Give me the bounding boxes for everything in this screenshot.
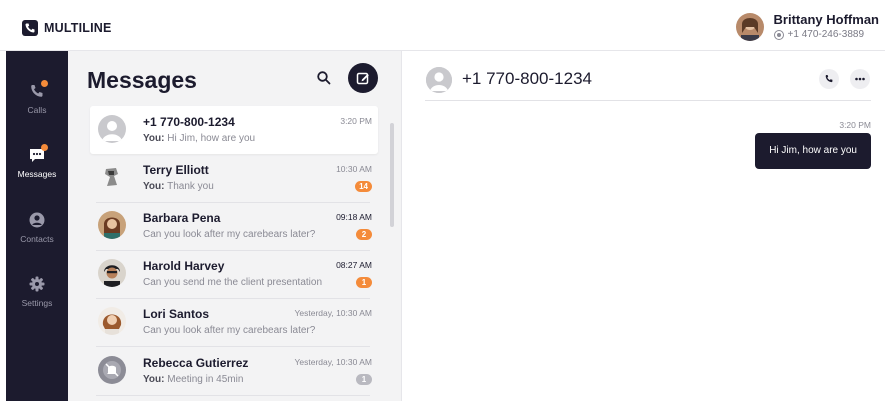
divider [96, 395, 370, 396]
conversation-item[interactable]: Terry Elliott 10:30 AM You: Thank you 14 [90, 154, 378, 202]
nav-item-calls[interactable]: Calls [6, 80, 68, 115]
calls-notification-dot [41, 80, 48, 87]
conversation-name: Terry Elliott [143, 163, 209, 177]
conversation-time: 09:18 AM [336, 212, 372, 222]
unread-badge: 1 [356, 374, 372, 385]
conversation-time: 08:27 AM [336, 260, 372, 270]
compose-message-button[interactable] [348, 63, 378, 93]
chat-header: +1 770-800-1234 [402, 51, 885, 102]
nav-label-contacts: Contacts [20, 234, 54, 244]
chat-icon [27, 144, 48, 165]
person-icon [27, 210, 47, 230]
unread-badge: 2 [356, 229, 372, 240]
more-options-button[interactable] [850, 69, 870, 89]
conversation-time: 3:20 PM [340, 116, 372, 126]
conversation-preview: You: Hi Jim, how are you [143, 133, 255, 144]
preview-text: Meeting in 45min [167, 374, 244, 385]
logo-phone-icon [22, 20, 38, 36]
contact-avatar-icon [426, 67, 452, 93]
list-scrollbar[interactable] [390, 123, 394, 227]
outgoing-message-bubble[interactable]: Hi Jim, how are you [755, 133, 871, 169]
chat-contact-number: +1 770-800-1234 [462, 69, 592, 88]
conversation-time: 10:30 AM [336, 164, 372, 174]
compose-icon [356, 72, 369, 85]
line-status-icon [773, 30, 784, 40]
unread-badge: 14 [355, 181, 372, 192]
search-icon[interactable] [316, 70, 332, 86]
conversation-name: Lori Santos [143, 307, 210, 321]
conversation-time: Yesterday, 10:30 AM [294, 357, 373, 367]
conversation-time: Yesterday, 10:30 AM [294, 308, 373, 318]
messages-title: Messages [87, 67, 197, 93]
preview-text: Can you look after my carebears later? [143, 325, 316, 336]
conversation-item[interactable]: +1 770-800-1234 3:20 PM You: Hi Jim, how… [90, 106, 378, 154]
chat-header-divider [425, 100, 871, 101]
conversation-name: Barbara Pena [143, 211, 221, 225]
app-logo[interactable]: MULTILINE [22, 20, 112, 36]
top-bar: MULTILINE Brittany Hoffman +1 470-246-38… [0, 0, 885, 51]
default-avatar-icon [98, 115, 126, 143]
nav-item-contacts[interactable]: Contacts [6, 210, 68, 244]
conversation-preview: You: Meeting in 45min [143, 374, 243, 385]
conversation-preview: Can you look after my carebears later? [143, 229, 315, 240]
gear-icon [27, 274, 47, 294]
preview-text: Thank you [167, 181, 214, 192]
conversation-item[interactable]: Rebecca Gutierrez Yesterday, 10:30 AM Yo… [90, 347, 378, 395]
conversation-name: Rebecca Gutierrez [143, 356, 249, 370]
user-phone: +1 470-246-3889 [787, 29, 865, 40]
message-time: 3:20 PM [839, 120, 871, 130]
preview-text: Can you look after my carebears later? [143, 229, 316, 240]
conversation-list-panel: Messages +1 770-800-1234 3:20 PM You: Hi… [68, 51, 402, 401]
avatar [98, 356, 126, 384]
nav-item-settings[interactable]: Settings [6, 274, 68, 308]
messages-notification-dot [41, 144, 48, 151]
more-icon [855, 77, 865, 81]
conversation-name: +1 770-800-1234 [143, 115, 235, 129]
user-profile[interactable]: Brittany Hoffman +1 470-246-3889 [735, 12, 879, 42]
preview-text: Hi Jim, how are you [167, 133, 256, 144]
conversation-preview: Can you send me the client presentation [143, 277, 322, 288]
phone-icon [27, 80, 48, 101]
nav-label-calls: Calls [27, 105, 47, 115]
brand-name: MULTILINE [44, 21, 112, 35]
conversation-preview: You: Thank you [143, 181, 214, 192]
phone-icon [825, 75, 833, 83]
nav-label-messages: Messages [17, 169, 57, 179]
unread-badge: 1 [356, 277, 372, 288]
conversation-preview: Can you look after my carebears later? [143, 325, 315, 336]
preview-prefix: You: [143, 374, 165, 385]
conversation-name: Harold Harvey [143, 259, 225, 273]
preview-text: Can you send me the client presentation [143, 277, 322, 288]
nav-item-messages[interactable]: Messages [6, 144, 68, 179]
avatar [98, 307, 126, 335]
avatar [98, 163, 126, 191]
avatar [98, 259, 126, 287]
preview-prefix: You: [143, 181, 165, 192]
user-name: Brittany Hoffman [773, 12, 879, 27]
avatar [98, 211, 126, 239]
preview-prefix: You: [143, 133, 165, 144]
conversation-item[interactable]: Barbara Pena 09:18 AM Can you look after… [90, 202, 378, 250]
conversation-item[interactable]: Lori Santos Yesterday, 10:30 AM Can you … [90, 298, 378, 346]
sidebar-nav: Calls Messages Contacts Settings [6, 51, 68, 401]
nav-label-settings: Settings [21, 298, 53, 308]
conversation-item[interactable]: Harold Harvey 08:27 AM Can you send me t… [90, 250, 378, 298]
call-button[interactable] [819, 69, 839, 89]
user-avatar[interactable] [735, 13, 764, 41]
